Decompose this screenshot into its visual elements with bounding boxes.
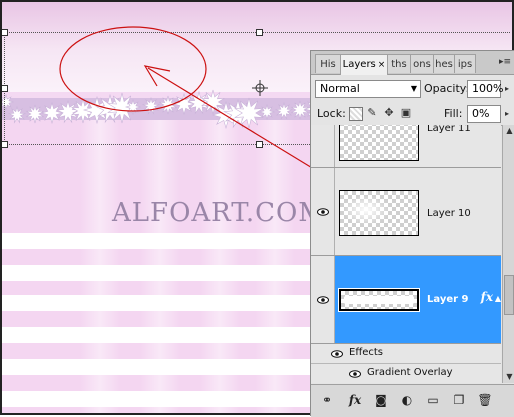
panel-bottom-toolbar: ⚭ fx ◙ ◐ ▭ ❐ 🗑 bbox=[311, 384, 514, 417]
effect-gradient-overlay-row[interactable]: Gradient Overlay bbox=[311, 364, 501, 383]
lock-row: Lock: ✎ ✥ ▣ Fill: 0% ▸ bbox=[311, 103, 514, 126]
fill-slider-arrow-icon[interactable]: ▸ bbox=[502, 105, 512, 123]
eye-icon[interactable] bbox=[331, 350, 343, 358]
close-icon[interactable]: × bbox=[378, 60, 386, 70]
layer-name[interactable]: Layer 10 bbox=[427, 208, 471, 219]
transform-center-icon[interactable] bbox=[252, 80, 268, 96]
fx-icon[interactable]: fx bbox=[481, 290, 493, 304]
star-shape bbox=[172, 92, 196, 116]
fill-field[interactable]: 0% bbox=[467, 105, 501, 123]
star-shape bbox=[40, 101, 64, 125]
layer-thumbnail[interactable] bbox=[339, 125, 419, 161]
tab-layers[interactable]: Layers × bbox=[340, 54, 388, 75]
fill-label: Fill: bbox=[444, 107, 463, 120]
light-column bbox=[255, 118, 295, 415]
layer-name[interactable]: Layer 11 bbox=[427, 125, 471, 134]
tab-paths[interactable]: ths bbox=[387, 54, 411, 73]
light-column bbox=[200, 118, 240, 415]
layer-row-layer-9[interactable]: Layer 9 fx ▲ bbox=[311, 256, 501, 344]
tab-actions[interactable]: ons bbox=[410, 54, 434, 73]
layers-scrollbar[interactable]: ▲ ▼ bbox=[502, 125, 514, 383]
opacity-label: Opacity: bbox=[424, 82, 470, 95]
scroll-up-icon[interactable]: ▲ bbox=[504, 125, 514, 136]
effect-name: Gradient Overlay bbox=[367, 367, 453, 378]
layer-thumbnail[interactable] bbox=[339, 190, 419, 236]
visibility-toggle[interactable] bbox=[311, 125, 335, 167]
tab-brushes[interactable]: hes bbox=[433, 54, 455, 73]
tab-history[interactable]: His bbox=[315, 54, 341, 73]
lock-brush-icon[interactable]: ✎ bbox=[366, 107, 378, 119]
folder-icon[interactable]: ▭ bbox=[425, 392, 441, 408]
mask-icon[interactable]: ◙ bbox=[373, 392, 389, 408]
transform-handle[interactable] bbox=[256, 29, 263, 36]
lock-all-icon[interactable]: ▣ bbox=[400, 107, 412, 119]
effects-row[interactable]: Effects bbox=[311, 344, 501, 364]
panel-tab-bar: His Layers × ths ons hes ips ▸≡ bbox=[311, 51, 514, 75]
star-shape bbox=[124, 98, 142, 116]
scrollbar-thumb[interactable] bbox=[504, 275, 514, 315]
watermark-text: ALFOART.COM bbox=[112, 198, 326, 228]
chevron-down-icon: ▼ bbox=[410, 84, 417, 93]
opacity-field[interactable]: 100% bbox=[467, 80, 503, 98]
fx-icon[interactable]: fx bbox=[347, 392, 363, 408]
panel-menu-icon[interactable]: ▸≡ bbox=[499, 57, 511, 67]
lock-transparency-icon[interactable] bbox=[349, 107, 363, 121]
transform-handle[interactable] bbox=[256, 141, 263, 148]
transform-handle[interactable] bbox=[1, 85, 8, 92]
transform-handle[interactable] bbox=[1, 29, 8, 36]
layer-name[interactable]: Layer 9 bbox=[427, 294, 468, 305]
blend-mode-select[interactable]: Normal ▼ bbox=[315, 80, 421, 98]
visibility-toggle[interactable] bbox=[311, 168, 335, 255]
layers-panel: His Layers × ths ons hes ips ▸≡ Normal ▼ O… bbox=[310, 50, 514, 417]
eye-icon[interactable] bbox=[317, 208, 329, 216]
lock-move-icon[interactable]: ✥ bbox=[383, 107, 395, 119]
thumbnail-content bbox=[344, 296, 414, 304]
effects-label: Effects bbox=[349, 347, 383, 358]
thumbnail-glow bbox=[342, 195, 390, 225]
opacity-slider-arrow-icon[interactable]: ▸ bbox=[502, 80, 512, 98]
eye-icon[interactable] bbox=[349, 370, 361, 378]
transform-handle[interactable] bbox=[1, 141, 8, 148]
light-column bbox=[80, 118, 120, 415]
tab-clips[interactable]: ips bbox=[454, 54, 476, 73]
link-icon[interactable]: ⚭ bbox=[319, 392, 335, 408]
new-layer-icon[interactable]: ❐ bbox=[451, 392, 467, 408]
layer-row-layer-10[interactable]: Layer 10 bbox=[311, 168, 501, 256]
trash-icon[interactable]: 🗑 bbox=[477, 392, 493, 408]
scroll-down-icon[interactable]: ▼ bbox=[504, 371, 514, 382]
layer-thumbnail[interactable] bbox=[338, 288, 420, 312]
adjustment-icon[interactable]: ◐ bbox=[399, 392, 415, 408]
layer-row-layer-11[interactable]: Layer 11 bbox=[311, 125, 501, 168]
lock-label: Lock: bbox=[317, 107, 346, 120]
light-column bbox=[140, 118, 180, 415]
eye-icon[interactable] bbox=[317, 296, 329, 304]
star-shape bbox=[258, 103, 276, 121]
visibility-toggle[interactable] bbox=[311, 256, 335, 343]
expand-effects-icon[interactable]: ▲ bbox=[495, 294, 501, 303]
layers-list: Layer 11 Layer 10 Layer 9 fx ▲ Effects G… bbox=[311, 125, 501, 383]
